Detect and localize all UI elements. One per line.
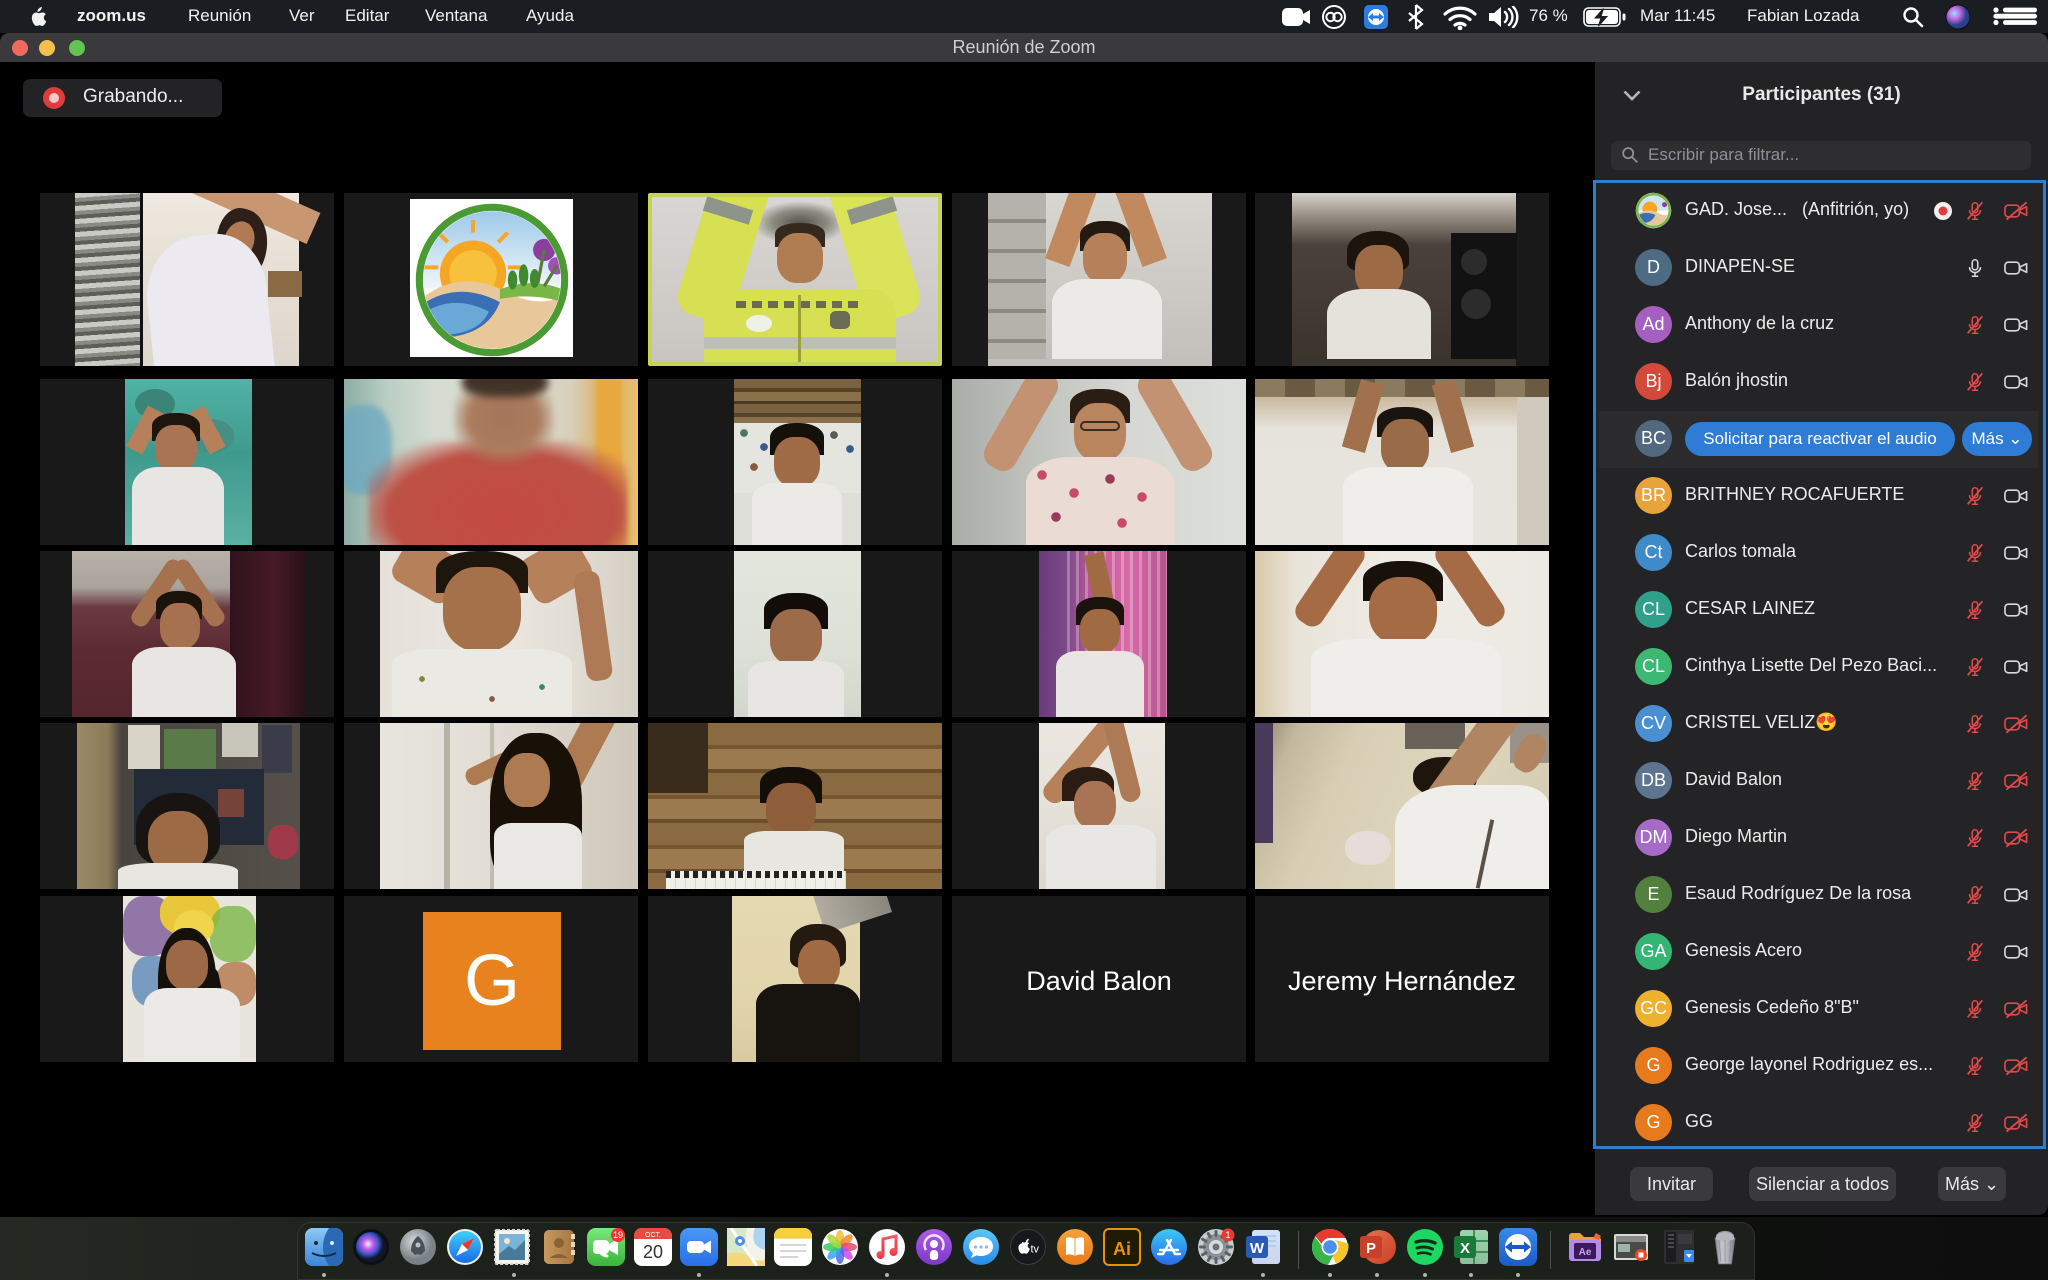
svg-text:W: W xyxy=(1250,1240,1265,1257)
svg-text:P: P xyxy=(1366,1240,1376,1257)
svg-text:19: 19 xyxy=(613,1230,623,1240)
svg-text:Ae: Ae xyxy=(1579,1247,1592,1258)
svg-text:1: 1 xyxy=(1225,1230,1230,1240)
svg-text:20: 20 xyxy=(643,1242,663,1262)
svg-text:X: X xyxy=(1460,1240,1470,1257)
svg-text:OCT.: OCT. xyxy=(645,1232,661,1239)
svg-text:tv: tv xyxy=(1031,1244,1040,1256)
svg-text:Ai: Ai xyxy=(1113,1239,1131,1259)
